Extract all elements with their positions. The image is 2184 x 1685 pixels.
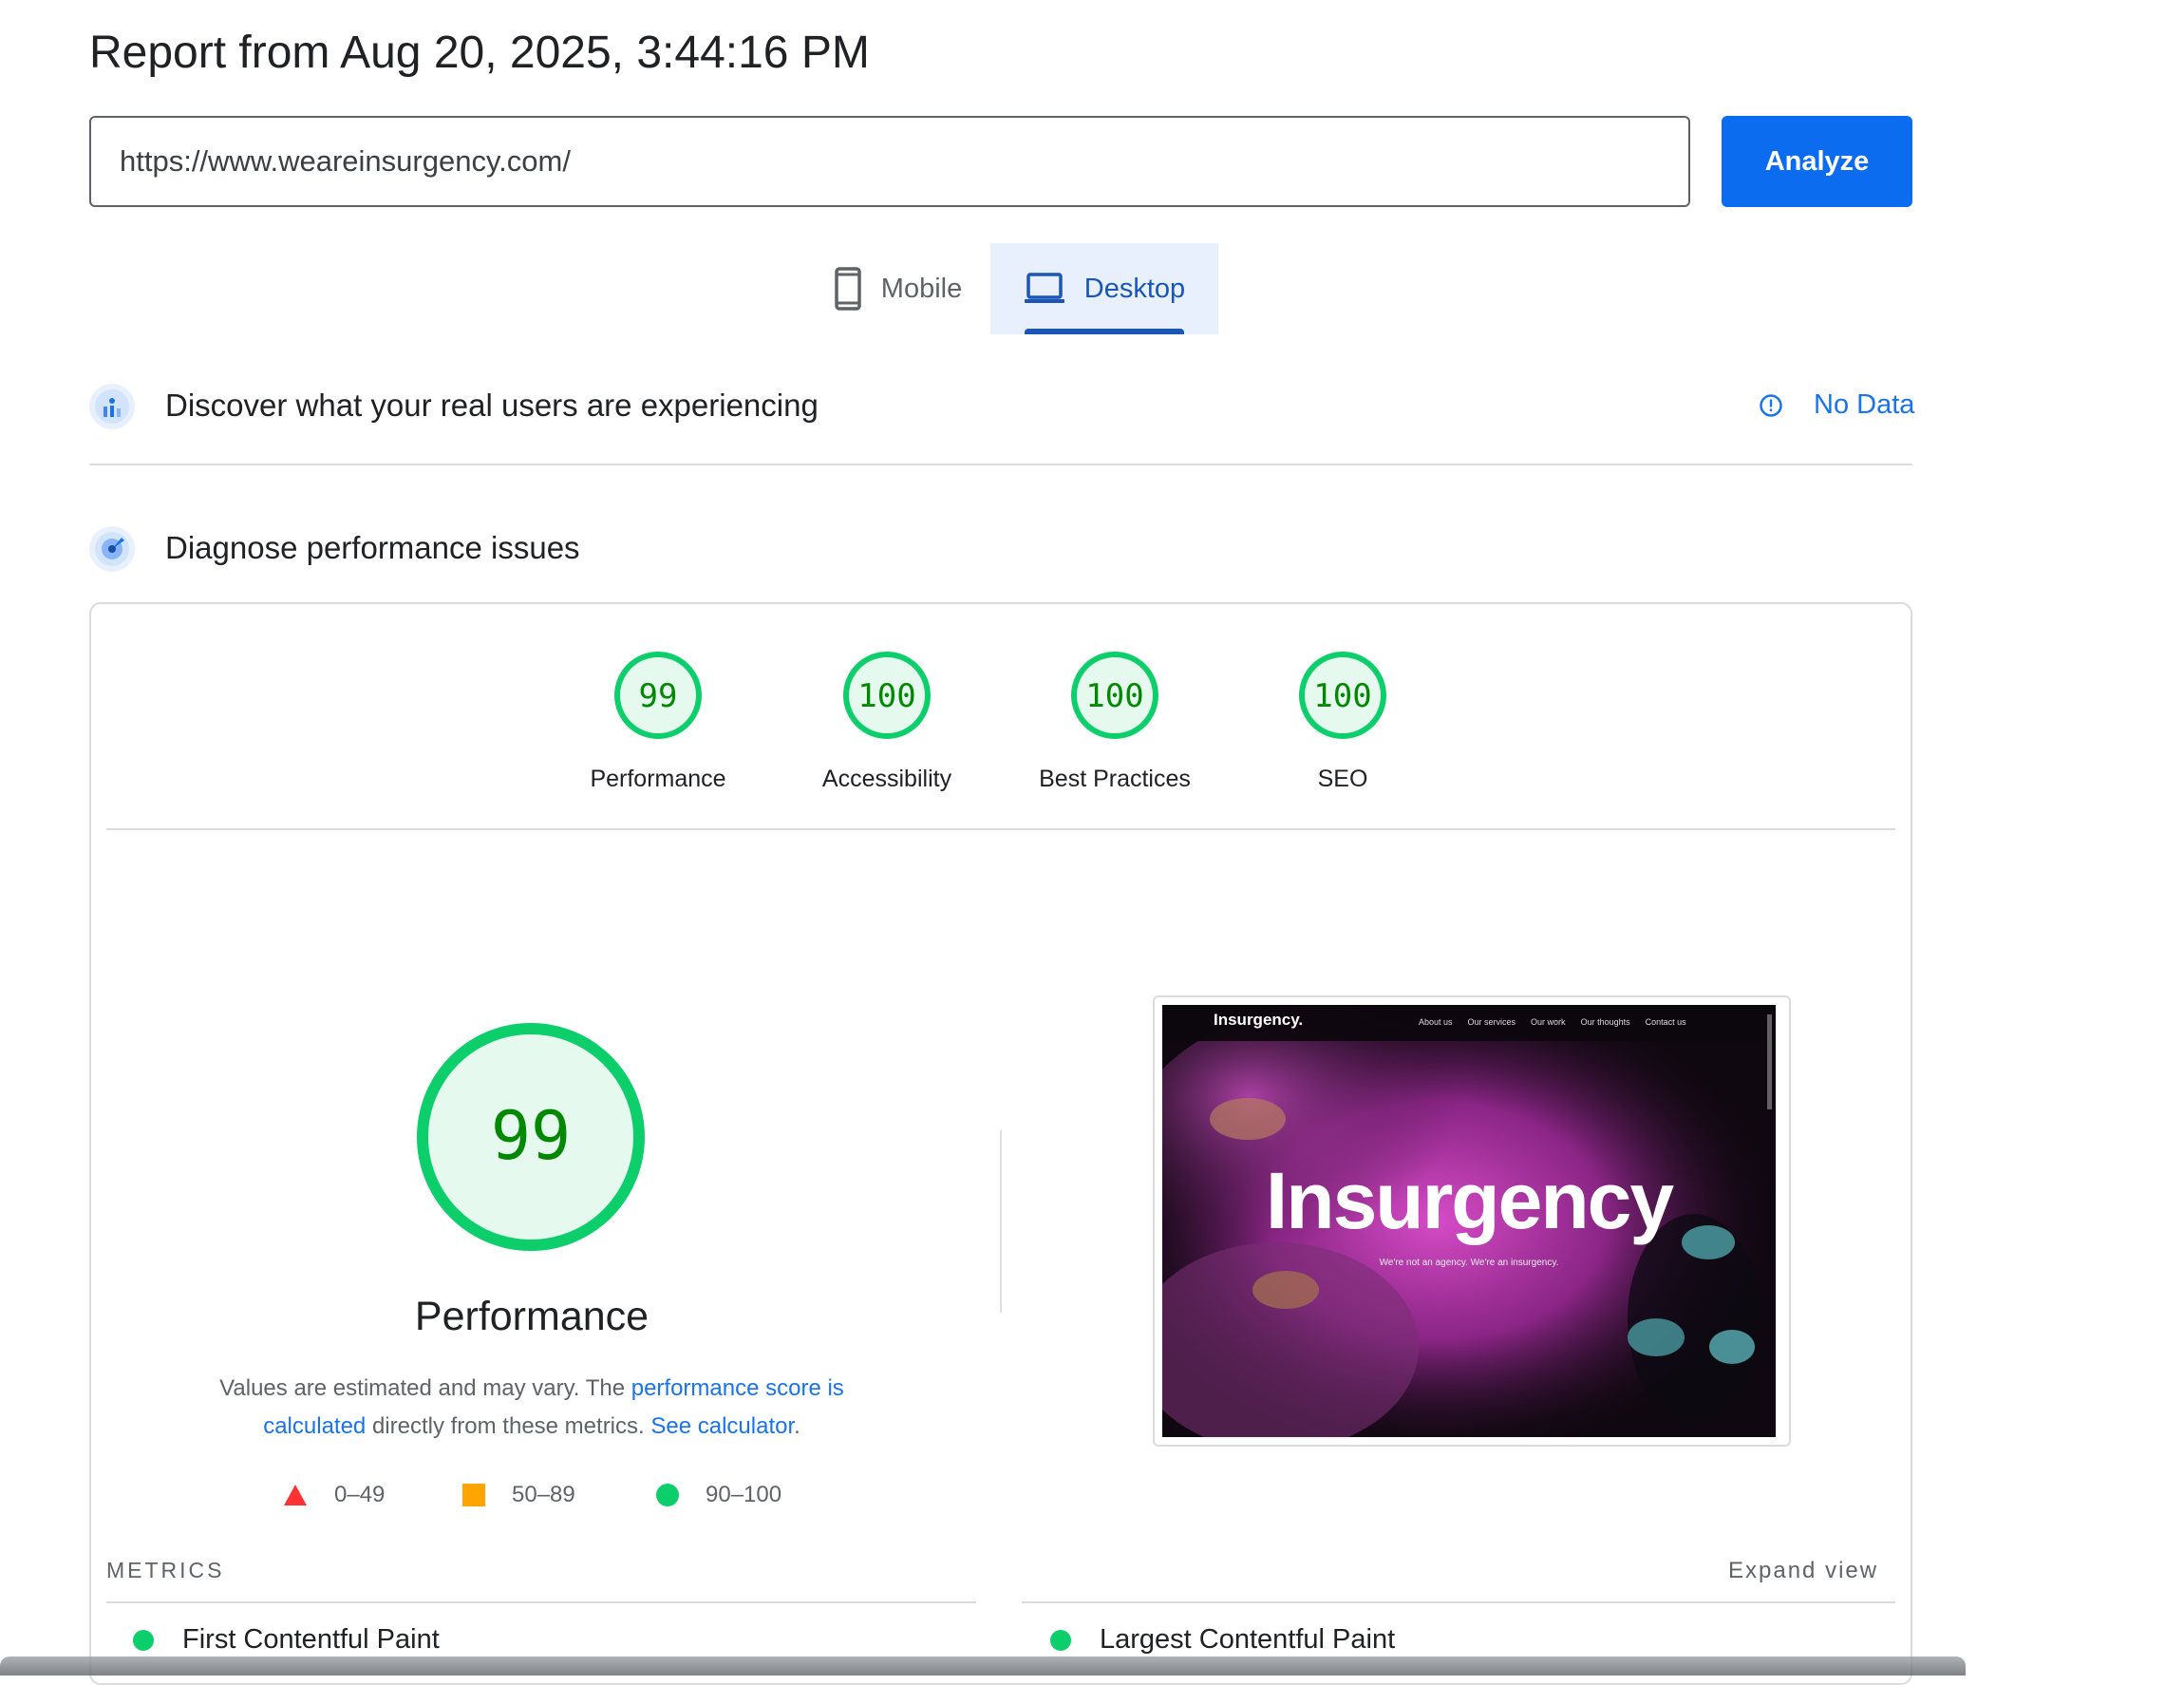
users-chart-icon (89, 384, 135, 429)
diagnose-icon (89, 526, 135, 572)
metrics-divider-left (106, 1601, 976, 1603)
site-tagline: We're not an agency. We're an insurgency… (1379, 1258, 1559, 1268)
site-logo: Insurgency. (1214, 1011, 1304, 1029)
site-nav: About us Our services Our work Our thoug… (1419, 1017, 1686, 1027)
legend-average-label: 50–89 (512, 1482, 575, 1507)
tab-mobile-label: Mobile (880, 273, 963, 304)
report-title: Report from Aug 20, 2025, 3:44:16 PM (89, 28, 870, 78)
field-data-heading: Discover what your real users are experi… (165, 388, 819, 423)
url-input[interactable] (89, 116, 1690, 207)
accessibility-label: Accessibility (821, 766, 952, 792)
performance-title: Performance (414, 1294, 650, 1339)
lab-data-heading: Diagnose performance issues (165, 530, 580, 565)
desc-mid: directly from these metrics. (366, 1413, 651, 1439)
site-nav-item: Contact us (1645, 1017, 1686, 1027)
legend-average: 50–89 (462, 1482, 575, 1508)
legend-fail: 0–49 (283, 1482, 385, 1508)
desc-prefix: Values are estimated and may vary. The (219, 1375, 631, 1401)
performance-main-score: 99 (491, 1097, 571, 1175)
performance-score: 99 (639, 677, 678, 715)
metrics-heading: METRICS (106, 1558, 225, 1582)
best-practices-gauge[interactable]: 100 (1069, 650, 1160, 741)
seo-score: 100 (1313, 677, 1371, 715)
see-calculator-link[interactable]: See calculator (650, 1413, 794, 1439)
metric-lcp-label: Largest Contentful Paint (1100, 1624, 1396, 1655)
expand-view-button[interactable]: Expand view (1728, 1558, 1878, 1584)
red-triangle-icon (284, 1485, 307, 1505)
seo-gauge[interactable]: 100 (1297, 650, 1388, 741)
tab-mobile[interactable]: Mobile (805, 243, 990, 334)
metric-fcp: First Contentful Paint (133, 1624, 440, 1656)
site-nav-item: Our services (1467, 1017, 1516, 1027)
performance-gauge[interactable]: 99 (612, 650, 704, 741)
accessibility-score: 100 (857, 677, 915, 715)
metric-lcp: Largest Contentful Paint (1050, 1624, 1395, 1656)
info-icon (1760, 393, 1782, 417)
no-data-link[interactable]: No Data (1759, 389, 1914, 421)
best-practices-score: 100 (1085, 677, 1143, 715)
os-dock (0, 1657, 1966, 1676)
legend-pass-label: 90–100 (706, 1482, 782, 1507)
performance-label: Performance (590, 766, 726, 792)
site-nav-item: About us (1419, 1017, 1453, 1027)
accessibility-gauge[interactable]: 100 (841, 650, 932, 741)
phone-icon (835, 267, 861, 311)
metrics-divider-right (1022, 1601, 1895, 1603)
site-hero-title: Insurgency (1265, 1156, 1674, 1245)
performance-main-gauge: 99 (416, 1022, 646, 1252)
final-screenshot[interactable]: Insurgency. About us Our services Our wo… (1162, 1005, 1776, 1437)
site-nav-item: Our thoughts (1580, 1017, 1630, 1027)
best-practices-label: Best Practices (1039, 766, 1191, 792)
legend-pass: 90–100 (656, 1482, 781, 1508)
no-data-label: No Data (1814, 389, 1915, 420)
performance-description: Values are estimated and may vary. The p… (180, 1370, 883, 1446)
metric-fcp-label: First Contentful Paint (182, 1624, 440, 1655)
vertical-divider (1000, 1130, 1002, 1313)
section-divider (89, 464, 1912, 465)
desc-suffix: . (794, 1413, 800, 1439)
pass-dot-icon (133, 1629, 154, 1651)
green-circle-icon (656, 1484, 679, 1506)
selected-tab-indicator (1025, 329, 1184, 334)
pass-dot-icon (1050, 1629, 1071, 1651)
tab-desktop-label: Desktop (1083, 273, 1186, 304)
laptop-icon (1024, 273, 1064, 303)
tab-desktop[interactable]: Desktop (990, 243, 1218, 334)
legend-fail-label: 0–49 (334, 1482, 386, 1507)
analyze-button[interactable]: Analyze (1722, 116, 1912, 207)
orange-square-icon (462, 1484, 485, 1506)
seo-label: SEO (1317, 766, 1368, 792)
gauges-divider (106, 828, 1895, 830)
site-nav-item: Our work (1531, 1017, 1566, 1027)
